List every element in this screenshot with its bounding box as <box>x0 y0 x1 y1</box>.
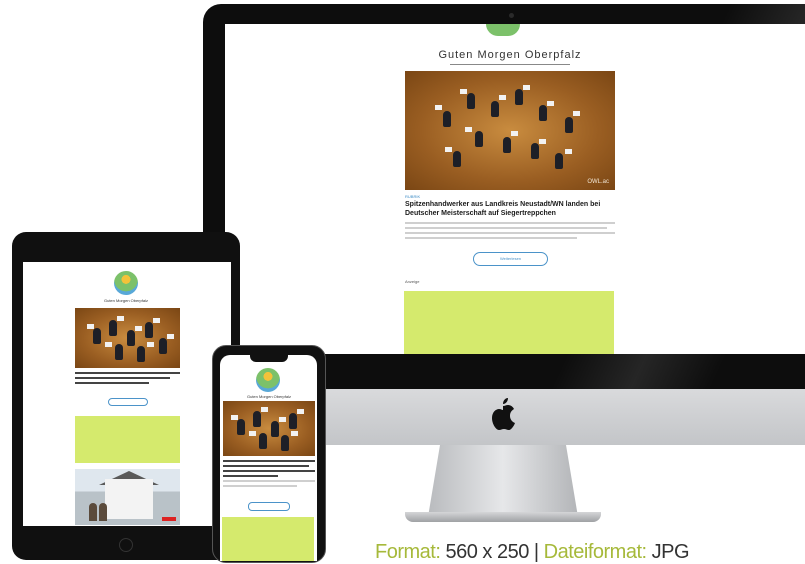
newsletter-logo <box>114 271 138 295</box>
article-headline[interactable] <box>223 460 315 487</box>
imac-stand <box>428 445 578 517</box>
fileformat-value: JPG <box>651 541 690 563</box>
article-teaser <box>405 222 615 244</box>
article-photo[interactable] <box>223 401 315 456</box>
article-photo[interactable] <box>75 308 180 368</box>
imac-stand-foot <box>405 512 601 522</box>
article-headline[interactable]: Spitzenhandwerker aus Landkreis Neustadt… <box>405 200 620 218</box>
article-kicker: RUBRIK <box>405 194 421 199</box>
newsletter-title: Guten Morgen Oberpfalz <box>103 298 149 303</box>
title-underline <box>450 64 570 65</box>
format-label: Format: <box>375 541 441 563</box>
format-caption: Format: 560 x 250 | Dateiformat: JPG <box>375 540 690 564</box>
format-value: 560 x 250 <box>445 541 529 563</box>
ad-banner[interactable] <box>222 517 314 561</box>
ad-banner[interactable] <box>404 291 614 354</box>
ipad-home-button <box>119 538 133 552</box>
read-more-button[interactable] <box>108 398 148 406</box>
ad-banner[interactable] <box>75 416 180 463</box>
article-photo-house[interactable] <box>75 469 180 525</box>
newsletter-title: Guten Morgen Oberpfalz <box>438 49 582 61</box>
newsletter-title: Guten Morgen Oberpfalz <box>246 394 292 399</box>
iphone-notch <box>250 355 288 362</box>
fileformat-label: Dateiformat: <box>543 541 647 563</box>
article-headline[interactable] <box>75 372 180 384</box>
read-more-button[interactable]: Weiterlesen <box>473 252 548 266</box>
read-more-button[interactable] <box>248 502 290 511</box>
imac-camera <box>509 13 514 18</box>
article-photo[interactable]: OWL.ac <box>405 71 615 190</box>
ad-label: Anzeige <box>405 279 420 284</box>
newsletter-logo <box>256 368 280 392</box>
photo-credit: OWL.ac <box>587 179 609 185</box>
caption-separator: | <box>533 541 539 563</box>
apple-logo-icon <box>489 396 517 430</box>
